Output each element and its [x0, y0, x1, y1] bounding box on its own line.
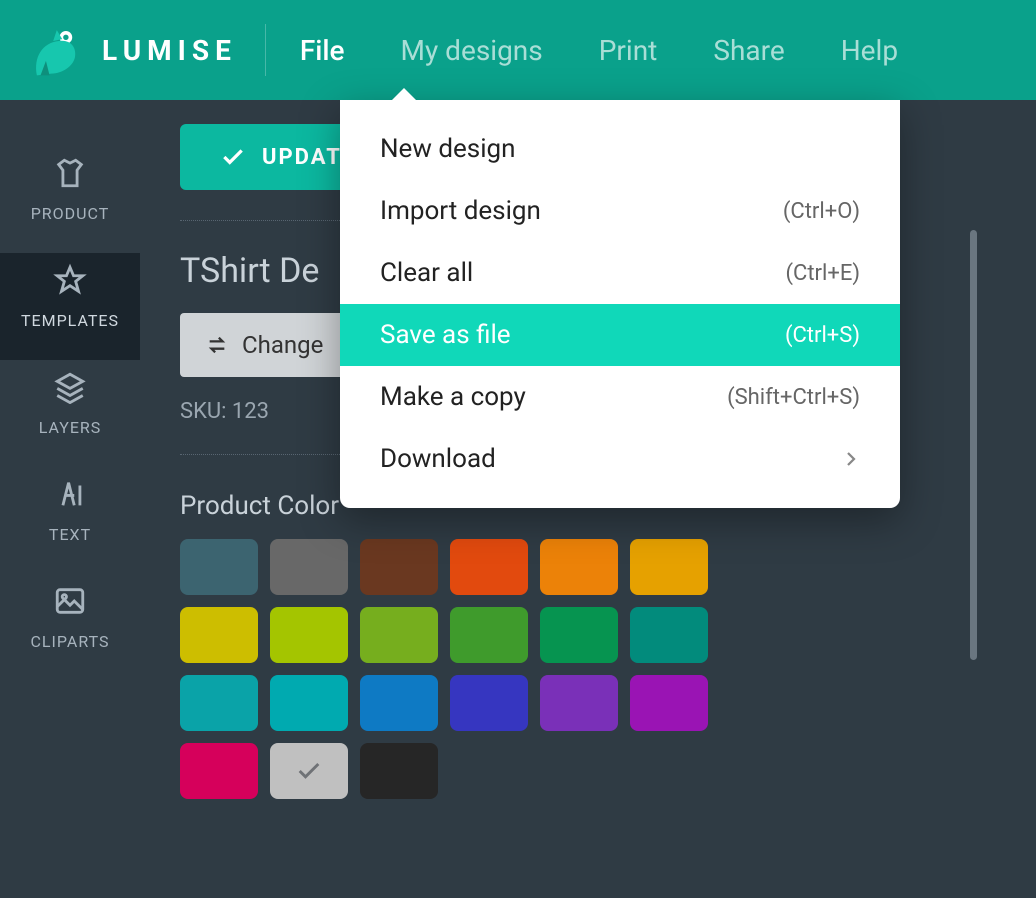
file-dropdown: New design Import design (Ctrl+O) Clear …	[340, 100, 900, 508]
menu-share[interactable]: Share	[713, 34, 784, 67]
item-label: New design	[380, 134, 515, 164]
color-swatch[interactable]	[360, 607, 438, 663]
color-swatch[interactable]	[270, 607, 348, 663]
color-swatch[interactable]	[360, 675, 438, 731]
main-menu: File My designs Print Share Help	[300, 34, 898, 67]
color-swatch[interactable]	[630, 607, 708, 663]
menu-print[interactable]: Print	[599, 34, 658, 67]
menu-new-design[interactable]: New design	[340, 118, 900, 180]
menu-make-a-copy[interactable]: Make a copy (Shift+Ctrl+S)	[340, 366, 900, 428]
color-swatch[interactable]	[540, 539, 618, 595]
color-swatch[interactable]	[540, 675, 618, 731]
left-sidebar: PRODUCT TEMPLATES LAYERS TEXT CLIPARTS	[0, 100, 140, 898]
color-swatch[interactable]	[180, 539, 258, 595]
item-label: Import design	[380, 196, 541, 226]
menu-save-as-file[interactable]: Save as file (Ctrl+S)	[340, 304, 900, 366]
color-swatch[interactable]	[450, 539, 528, 595]
divider	[265, 24, 266, 76]
tool-text[interactable]: TEXT	[0, 467, 140, 574]
menu-clear-all[interactable]: Clear all (Ctrl+E)	[340, 242, 900, 304]
color-swatch[interactable]	[270, 539, 348, 595]
color-swatch[interactable]	[180, 675, 258, 731]
change-label: Change	[242, 331, 323, 359]
check-icon	[295, 757, 323, 785]
logo: LUMISE	[26, 21, 237, 79]
color-swatch[interactable]	[360, 743, 438, 799]
color-swatch[interactable]	[630, 675, 708, 731]
top-bar: LUMISE File My designs Print Share Help	[0, 0, 1036, 100]
chevron-right-icon	[842, 450, 860, 468]
layers-icon	[53, 370, 87, 404]
change-button[interactable]: Change	[180, 313, 349, 377]
swap-icon	[206, 334, 228, 356]
color-swatch[interactable]	[270, 743, 348, 799]
tool-product[interactable]: PRODUCT	[0, 146, 140, 253]
tool-cliparts[interactable]: CLIPARTS	[0, 574, 140, 681]
tool-label: TEXT	[49, 525, 91, 544]
shortcut: (Shift+Ctrl+S)	[727, 385, 860, 410]
color-swatch[interactable]	[450, 675, 528, 731]
shortcut: (Ctrl+E)	[786, 261, 861, 286]
color-swatch[interactable]	[450, 607, 528, 663]
tool-layers[interactable]: LAYERS	[0, 360, 140, 467]
brand-text: LUMISE	[102, 34, 237, 67]
color-swatches	[180, 539, 740, 799]
menu-help[interactable]: Help	[841, 34, 898, 67]
text-icon	[53, 477, 87, 511]
tool-label: LAYERS	[39, 418, 102, 437]
color-swatch[interactable]	[540, 607, 618, 663]
menu-file[interactable]: File	[300, 34, 345, 67]
tool-label: TEMPLATES	[21, 311, 119, 330]
color-swatch[interactable]	[180, 607, 258, 663]
check-icon	[220, 144, 246, 170]
color-swatch[interactable]	[360, 539, 438, 595]
color-swatch[interactable]	[630, 539, 708, 595]
color-swatch[interactable]	[270, 675, 348, 731]
star-outline-icon	[53, 263, 87, 297]
image-icon	[53, 584, 87, 618]
item-label: Download	[380, 444, 496, 474]
tool-templates[interactable]: TEMPLATES	[0, 253, 140, 360]
item-label: Clear all	[380, 258, 473, 288]
shortcut: (Ctrl+S)	[785, 323, 860, 348]
item-label: Save as file	[380, 320, 511, 350]
menu-my-designs[interactable]: My designs	[401, 34, 543, 67]
tool-label: PRODUCT	[31, 204, 110, 223]
item-label: Make a copy	[380, 382, 526, 412]
tool-label: CLIPARTS	[31, 632, 110, 651]
menu-download[interactable]: Download	[340, 428, 900, 490]
logo-icon	[26, 21, 84, 79]
menu-import-design[interactable]: Import design (Ctrl+O)	[340, 180, 900, 242]
shortcut: (Ctrl+O)	[783, 199, 860, 224]
color-swatch[interactable]	[180, 743, 258, 799]
scrollbar[interactable]	[970, 230, 977, 660]
shirt-icon	[53, 156, 87, 190]
